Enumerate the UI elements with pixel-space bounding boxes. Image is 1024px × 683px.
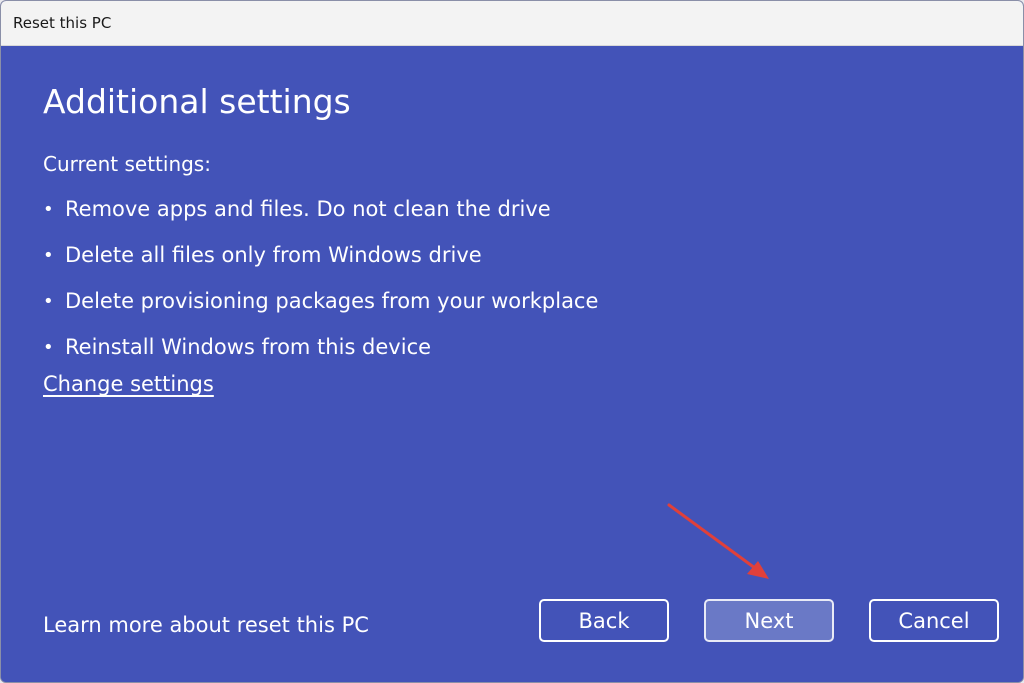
settings-list: • Remove apps and files. Do not clean th… (43, 186, 598, 370)
red-arrow-icon (667, 503, 769, 579)
list-item-text: Reinstall Windows from this device (65, 335, 432, 359)
bullet-icon: • (43, 244, 54, 266)
cancel-button[interactable]: Cancel (869, 599, 999, 642)
title-bar: Reset this PC (1, 1, 1023, 46)
back-button[interactable]: Back (539, 599, 669, 642)
window-title: Reset this PC (13, 14, 112, 32)
list-item: • Delete all files only from Windows dri… (43, 232, 598, 278)
next-button[interactable]: Next (704, 599, 834, 642)
learn-more-link[interactable]: Learn more about reset this PC (43, 613, 369, 637)
bullet-icon: • (43, 290, 54, 312)
reset-pc-dialog: Reset this PC Additional settings Curren… (0, 0, 1024, 683)
list-item-text: Remove apps and files. Do not clean the … (65, 197, 551, 221)
list-item: • Remove apps and files. Do not clean th… (43, 186, 598, 232)
bullet-icon: • (43, 198, 54, 220)
change-settings-link[interactable]: Change settings (43, 372, 214, 396)
bullet-icon: • (43, 336, 54, 358)
list-item: • Reinstall Windows from this device (43, 324, 598, 370)
list-item: • Delete provisioning packages from your… (43, 278, 598, 324)
dialog-content: Additional settings Current settings: • … (1, 46, 1023, 682)
page-title: Additional settings (43, 82, 351, 121)
list-item-text: Delete provisioning packages from your w… (65, 289, 599, 313)
list-item-text: Delete all files only from Windows drive (65, 243, 482, 267)
current-settings-label: Current settings: (43, 152, 211, 176)
